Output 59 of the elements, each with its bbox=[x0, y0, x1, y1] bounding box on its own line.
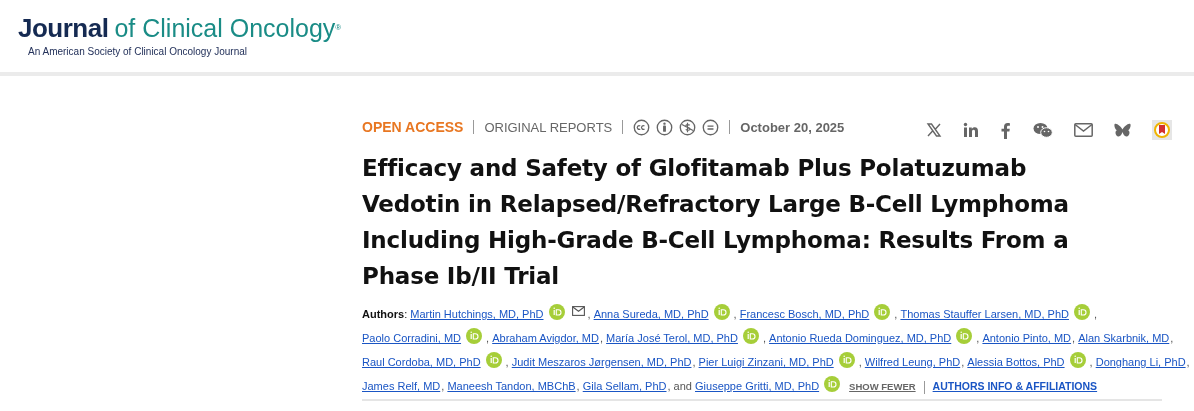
email-share-icon[interactable] bbox=[1074, 123, 1093, 137]
author-separator: , bbox=[733, 308, 738, 320]
wechat-share-icon[interactable] bbox=[1033, 122, 1053, 138]
butterfly-share-icon[interactable] bbox=[1114, 122, 1131, 138]
author-link[interactable]: Antonio Rueda Dominguez, MD, PhD bbox=[769, 331, 952, 345]
open-access-label: OPEN ACCESS bbox=[362, 119, 464, 135]
journal-logo[interactable]: Journal of Clinical Oncology$^{®}$ An American Society of Clinical Oncology Journal bbox=[18, 14, 342, 57]
author-link[interactable]: Pier Luigi Zinzani, MD, PhD bbox=[698, 355, 834, 369]
author-separator: , bbox=[599, 332, 605, 344]
email-icon[interactable] bbox=[571, 306, 585, 316]
facebook-share-icon[interactable] bbox=[1000, 121, 1012, 139]
author-link[interactable]: Paolo Corradini, MD bbox=[362, 331, 462, 345]
author-link[interactable]: Giuseppe Gritti, MD, PhD bbox=[695, 379, 820, 393]
author-separator: , bbox=[486, 332, 491, 344]
author-separator: , bbox=[1093, 308, 1098, 320]
author-separator: , bbox=[1186, 356, 1190, 368]
author-link[interactable]: Alessia Bottos, PhD bbox=[967, 355, 1065, 369]
attribution-icon[interactable] bbox=[656, 118, 674, 136]
affiliations-link[interactable]: AUTHORS INFO & AFFILIATIONS bbox=[932, 380, 1098, 392]
author-link[interactable]: Thomas Stauffer Larsen, MD, PhD bbox=[900, 307, 1069, 321]
show-fewer-link[interactable]: SHOW FEWER bbox=[849, 381, 916, 392]
author-link[interactable]: María José Terol, MD, PhD bbox=[606, 331, 738, 345]
author-link[interactable]: Francesc Bosch, MD, PhD bbox=[739, 307, 870, 321]
author-separator: , bbox=[894, 308, 899, 320]
author-separator: , bbox=[576, 380, 581, 392]
author-separator: , bbox=[961, 356, 966, 368]
article-title: Efficacy and Safety of Glofitamab Plus Polatuzumab Vedotin in Relapsed/Refractory Large B-Cell Lymphoma Including High-Grade B-Cell Lymphoma: Results From a Phase Ib/II Trial bbox=[362, 154, 1070, 291]
author-link[interactable]: Anna Sureda, MD, PhD bbox=[593, 307, 709, 321]
author-separator: , bbox=[762, 332, 767, 344]
creative-commons-icon[interactable] bbox=[633, 118, 651, 136]
author-separator: , bbox=[441, 380, 446, 392]
x-share-icon[interactable] bbox=[926, 122, 942, 138]
author-separator: , bbox=[1089, 356, 1094, 368]
author-separator: , bbox=[1072, 332, 1077, 344]
author-separator: , bbox=[692, 356, 697, 368]
author-separator: , bbox=[858, 356, 863, 368]
author-separator: , bbox=[505, 356, 510, 368]
author-link[interactable]: Gila Sellam, PhD bbox=[582, 379, 667, 393]
author-separator: , bbox=[976, 332, 981, 344]
author-separator: , and bbox=[667, 380, 693, 392]
author-link[interactable]: Antonio Pinto, MD bbox=[982, 331, 1072, 345]
author-link[interactable]: Raul Cordoba, MD, PhD bbox=[362, 355, 481, 369]
author-link[interactable]: Martin Hutchings, MD, PhD bbox=[410, 307, 544, 321]
linkedin-share-icon[interactable] bbox=[963, 122, 979, 138]
publication-date: October 20, 2025 bbox=[740, 119, 845, 135]
author-link[interactable]: Judit Meszaros Jørgensen, MD, PhD bbox=[511, 355, 692, 369]
author-link[interactable]: Abraham Avigdor, MD bbox=[492, 331, 599, 345]
author-link[interactable]: Maneesh Tandon, MBChB bbox=[447, 379, 576, 393]
author-link[interactable]: Donghang Li, PhD bbox=[1095, 355, 1186, 369]
author-link[interactable]: Alan Skarbnik, MD bbox=[1078, 331, 1170, 345]
article-type: ORIGINAL REPORTS bbox=[484, 119, 613, 135]
no-derivatives-icon[interactable] bbox=[702, 118, 720, 136]
author-link[interactable]: Wilfred Leung, PhD bbox=[864, 355, 961, 369]
authors-label: Authors: bbox=[362, 308, 408, 320]
author-separator: , bbox=[587, 308, 592, 320]
non-commercial-icon[interactable] bbox=[679, 118, 697, 136]
author-link[interactable]: James Relf, MD bbox=[362, 379, 441, 393]
bookmark-icon[interactable] bbox=[1152, 120, 1172, 140]
author-separator: , bbox=[1170, 332, 1174, 344]
